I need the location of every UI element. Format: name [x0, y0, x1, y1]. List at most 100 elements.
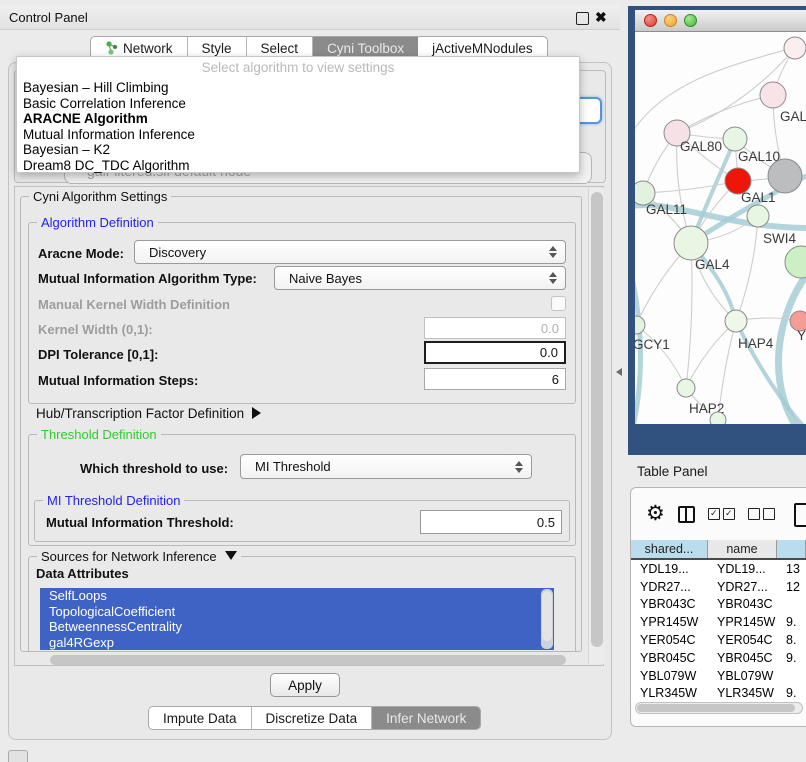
aracne-mode-value: Discovery — [149, 245, 206, 260]
table-row[interactable]: YER054CYER054C8. — [631, 631, 806, 649]
table-cell: YBR045C — [708, 651, 777, 665]
table-panel: ⚙ ✓✓ shared...name YDL19...YDL19...13YDR… — [630, 487, 806, 727]
attribute-list-item[interactable]: TopologicalCoefficient — [40, 604, 554, 620]
select-all-icon[interactable]: ✓✓ — [708, 508, 735, 520]
network-edge — [778, 270, 806, 424]
expand-arrow-icon — [225, 551, 237, 560]
tab-label: jActiveMNodules — [432, 41, 533, 56]
network-graph-icon — [105, 41, 118, 55]
data-attributes-label: Data Attributes — [36, 566, 129, 581]
close-panel-icon[interactable]: ✖ — [595, 12, 607, 23]
mi-threshold-field[interactable]: 0.5 — [420, 510, 562, 534]
node-label: Y — [797, 328, 806, 343]
data-attributes-list[interactable]: SelfLoopsTopologicalCoefficientBetweenne… — [40, 588, 554, 650]
column-header-name[interactable]: name — [708, 540, 777, 558]
hub-definition-toggle[interactable]: Hub/Transcription Factor Definition — [36, 406, 261, 421]
kernel-width-field[interactable]: 0.0 — [424, 317, 566, 339]
algorithm-option[interactable]: Basic Correlation Inference — [17, 96, 579, 112]
gear-icon[interactable]: ⚙ — [646, 504, 665, 524]
network-canvas[interactable]: GAL80GALGAL10GAL1GAL11GAL4SWI4HAP4YGCY1H… — [635, 32, 806, 424]
mi-threshold-group-title: MI Threshold Definition — [43, 493, 184, 508]
algorithm-combo-fragment[interactable] — [578, 97, 602, 124]
application-window: Control Panel ✖ NetworkStyleSelectCyni T… — [0, 0, 806, 762]
panel-collapse-arrow-icon[interactable] — [616, 368, 622, 376]
deselect-all-icon[interactable] — [748, 508, 775, 520]
algorithm-option[interactable]: Dream8 DC_TDC Algorithm — [17, 158, 579, 174]
close-traffic-light-icon[interactable] — [644, 14, 657, 27]
zoom-traffic-light-icon[interactable] — [684, 14, 697, 27]
table-body: YDL19...YDL19...13YDR27...YDR27...12YBR0… — [631, 560, 806, 702]
list-scrollbar-thumb[interactable] — [542, 591, 552, 641]
columns-icon[interactable] — [678, 506, 695, 523]
column-header-shared...[interactable]: shared... — [631, 540, 708, 558]
aracne-mode-combo[interactable]: Discovery — [134, 240, 566, 264]
algorithm-option[interactable]: Bayesian – K2 — [17, 142, 579, 158]
which-threshold-combo[interactable]: MI Threshold — [240, 454, 532, 479]
dpi-tolerance-label: DPI Tolerance [0,1]: — [38, 347, 158, 362]
cyni-mode-tabbar: Impute DataDiscretize DataInfer Network — [148, 706, 481, 730]
network-edge — [635, 282, 641, 424]
node-label: GAL10 — [738, 149, 780, 164]
apply-button[interactable]: Apply — [270, 673, 340, 697]
attribute-list-item[interactable]: BetweennessCentrality — [40, 619, 554, 635]
table-row[interactable]: YBR043CYBR043C — [631, 596, 806, 614]
minimize-traffic-light-icon[interactable] — [664, 14, 677, 27]
network-node-swi4[interactable] — [747, 205, 769, 227]
node-label: GAL1 — [741, 190, 776, 205]
algorithm-option[interactable]: ARACNE Algorithm — [17, 111, 579, 127]
column-header-cut[interactable] — [777, 540, 806, 558]
network-node[interactable] — [785, 246, 806, 278]
which-threshold-value: MI Threshold — [255, 459, 331, 474]
table-hscroll-thumb[interactable] — [637, 704, 795, 712]
tab-label: Style — [202, 41, 232, 56]
table-row[interactable]: YBL079WYBL079W — [631, 667, 806, 685]
table-cell: YDL19... — [631, 562, 708, 576]
tab-discretize-data[interactable]: Discretize Data — [252, 707, 373, 729]
node-label: GAL4 — [695, 257, 730, 272]
dpi-tolerance-field[interactable]: 0.0 — [424, 341, 566, 364]
network-node[interactable] — [784, 37, 806, 59]
node-label: SWI4 — [763, 231, 796, 246]
algorithm-option[interactable]: Bayesian – Hill Climbing — [17, 80, 579, 96]
tab-infer-network[interactable]: Infer Network — [372, 707, 480, 729]
network-node-hap4[interactable] — [725, 310, 747, 332]
list-scrollbar[interactable] — [541, 589, 553, 649]
mi-steps-field[interactable]: 6 — [424, 368, 566, 390]
table-horizontal-scrollbar[interactable] — [635, 702, 803, 714]
table-cell: YDR27... — [631, 580, 708, 594]
dock-grip-icon[interactable] — [8, 750, 28, 762]
control-panel-titlebar: Control Panel ✖ — [0, 5, 620, 30]
table-header-row: shared...name — [631, 540, 806, 560]
network-edge — [736, 216, 758, 321]
network-node-gal4[interactable] — [674, 226, 708, 260]
table-cell: YLR345W — [631, 686, 708, 700]
settings-vertical-scrollbar[interactable] — [588, 188, 604, 664]
table-row[interactable]: YDL19...YDL19...13 — [631, 560, 806, 578]
attribute-list-item[interactable]: SelfLoops — [40, 588, 554, 604]
network-edge — [636, 325, 686, 388]
float-window-icon[interactable] — [576, 12, 589, 25]
table-row[interactable]: YBR045CYBR045C9. — [631, 649, 806, 667]
network-node[interactable] — [710, 412, 726, 424]
sources-group-title[interactable]: Sources for Network Inference — [37, 549, 241, 564]
attribute-list-item[interactable]: gal4RGexp — [40, 635, 554, 651]
network-node[interactable] — [768, 159, 802, 193]
export-table-icon[interactable] — [794, 503, 806, 527]
scrollbar-thumb[interactable] — [591, 192, 603, 647]
tab-impute-data[interactable]: Impute Data — [149, 707, 252, 729]
table-cell: YBR045C — [631, 651, 708, 665]
mi-type-combo[interactable]: Naive Bayes — [274, 266, 566, 290]
network-node-hap2[interactable] — [677, 379, 695, 397]
combo-spinner-icon — [549, 245, 558, 259]
table-toolbar: ⚙ ✓✓ — [631, 488, 806, 540]
network-node-gal[interactable] — [760, 82, 786, 108]
algorithm-option[interactable]: Mutual Information Inference — [17, 127, 579, 143]
manual-kernel-checkbox[interactable] — [551, 296, 566, 311]
settings-horizontal-scrollbar[interactable] — [50, 655, 566, 665]
table-row[interactable]: YLR345WYLR345W9. — [631, 685, 806, 702]
network-node-gal10[interactable] — [723, 127, 747, 151]
table-row[interactable]: YPR145WYPR145W9. — [631, 613, 806, 631]
table-row[interactable]: YDR27...YDR27...12 — [631, 578, 806, 596]
combo-spinner-icon — [549, 271, 558, 285]
network-window-titlebar[interactable] — [635, 10, 806, 32]
